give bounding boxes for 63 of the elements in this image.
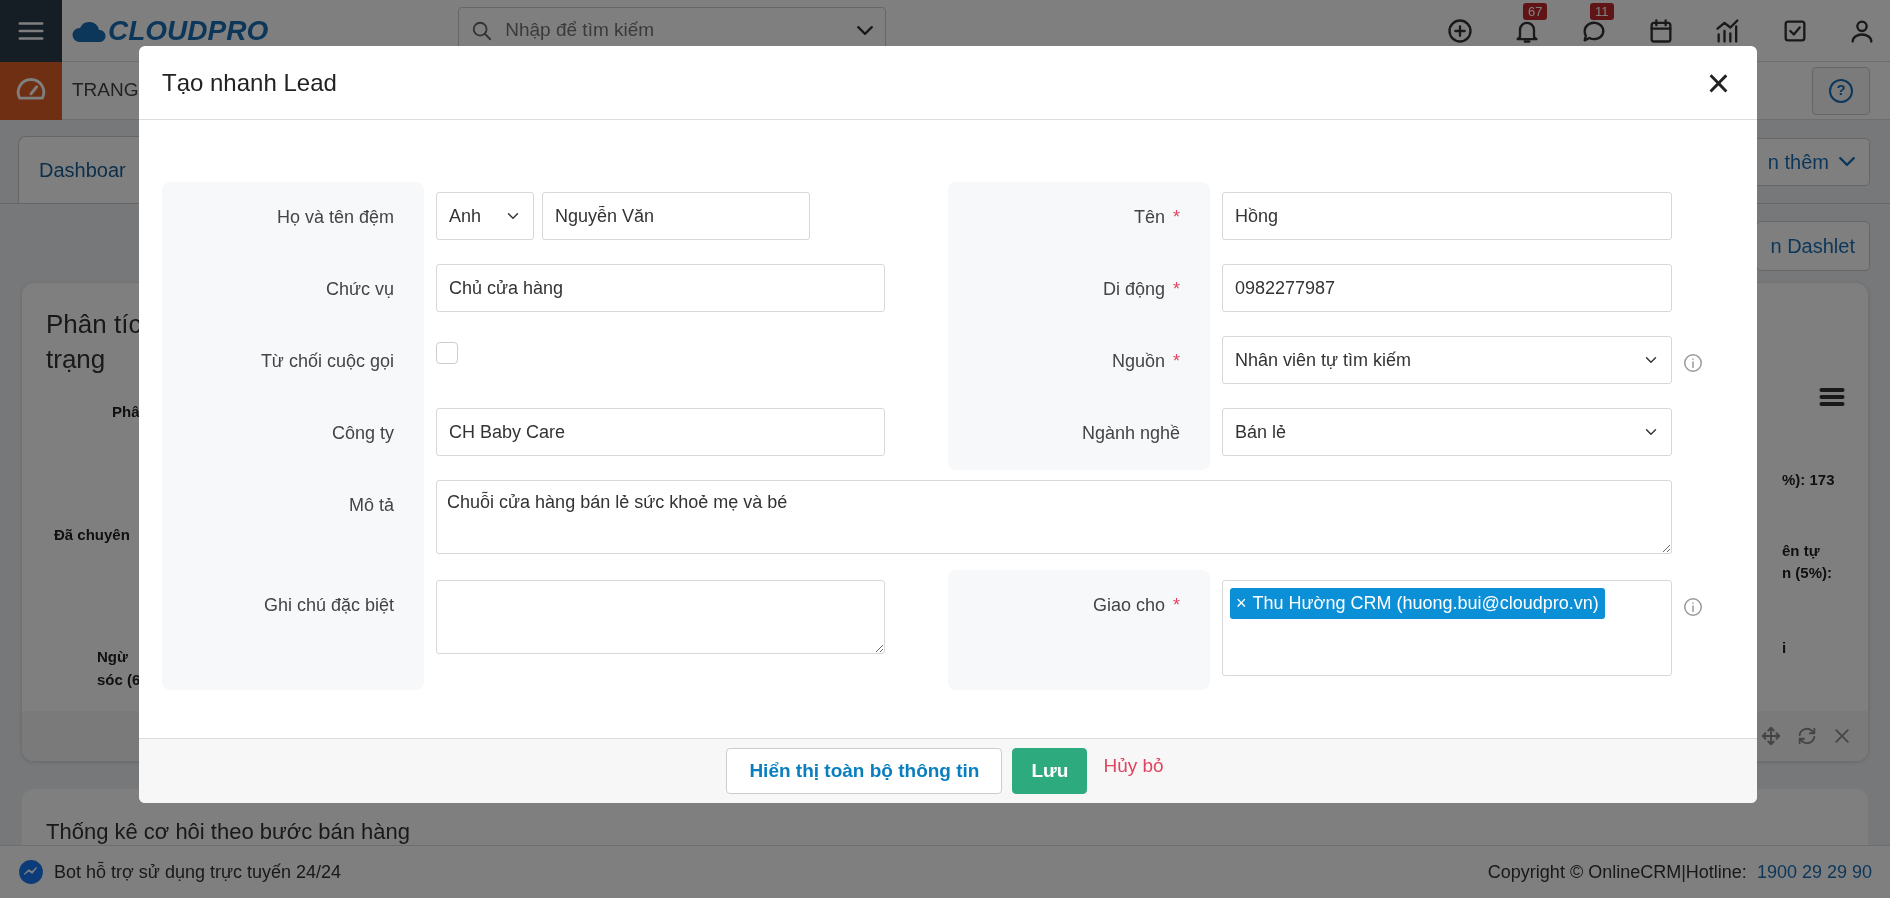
text-field[interactable]: Hồng [1222, 192, 1672, 240]
dashboard-tile[interactable] [0, 61, 62, 120]
page-title: TRANG [72, 78, 139, 103]
field-label: Công ty [331, 423, 394, 443]
tag-label: Thu Hường CRM (huong.bui@cloudpro.vn) [1252, 592, 1599, 615]
info-icon[interactable] [1682, 595, 1704, 618]
assignee-field[interactable]: × Thu Hường CRM (huong.bui@cloudpro.vn) [1222, 580, 1672, 676]
chart-label: %): 173 [1782, 470, 1836, 491]
field-label: Di động [1102, 279, 1165, 299]
assignee-tag[interactable]: × Thu Hường CRM (huong.bui@cloudpro.vn) [1230, 588, 1605, 619]
salutation-dropdown[interactable]: Anh [436, 192, 534, 240]
copyright-text: Copyright © OnlineCRM|Hotline: [1487, 860, 1747, 884]
chart-icon[interactable] [1714, 16, 1742, 45]
hotline-link[interactable]: 1900 29 29 90 [1756, 858, 1872, 886]
count-badge: 11 [1590, 2, 1614, 20]
messenger-icon[interactable] [18, 859, 44, 886]
search-icon [471, 19, 494, 42]
field-label: Ngành nghề [1081, 423, 1180, 443]
text-field[interactable]: CH Baby Care [436, 408, 885, 456]
chart-label: Ngừ [97, 647, 129, 668]
required-marker: * [1173, 279, 1180, 299]
text-field[interactable]: 0982277987 [1222, 264, 1672, 312]
menu-button[interactable] [0, 0, 62, 62]
chatbot-link[interactable]: Bot hỗ trợ sử dụng trực tuyến 24/24 [54, 858, 342, 886]
plus-circle-icon[interactable] [1446, 16, 1474, 45]
field-label: Họ và tên đệm [276, 207, 394, 227]
chart-label: i [1782, 637, 1788, 658]
dialog-title: Tạo nhanh Lead [162, 67, 337, 98]
move-icon[interactable] [1760, 725, 1782, 748]
required-marker: * [1173, 351, 1180, 371]
add-dashlet-button[interactable]: n Dashlet [1755, 221, 1870, 272]
field-label: Ghi chú đặc biệt [263, 595, 394, 615]
text-field[interactable]: Nguyễn Văn [542, 192, 810, 240]
field-label: Giao cho [1092, 595, 1165, 615]
help-button[interactable]: ? [1812, 66, 1870, 115]
chart-label: sóc (6 [97, 669, 142, 690]
required-marker: * [1173, 207, 1180, 227]
show-all-button[interactable]: Hiển thị toàn bộ thông tin [726, 747, 1003, 795]
chart-label: Phâ [112, 402, 141, 423]
checkbox[interactable] [436, 342, 458, 364]
field-label: Từ chối cuộc gọi [260, 351, 394, 371]
chart-label: Đã chuyên [54, 524, 131, 545]
required-marker: * [1173, 595, 1180, 615]
close-button[interactable]: × [1702, 62, 1734, 103]
logo-text: CLOUDPRO [108, 13, 269, 48]
field-label: Tên [1133, 207, 1165, 227]
text-area[interactable]: Chuỗi cửa hàng bán lẻ sức khoẻ mẹ và bé [436, 480, 1672, 554]
field-label: Nguồn [1111, 351, 1165, 371]
text-field[interactable]: Chủ cửa hàng [436, 264, 885, 312]
chart-label: n (5%): [1782, 563, 1833, 584]
dropdown[interactable]: Nhân viên tự tìm kiếm [1222, 336, 1672, 384]
dashlet-title: Phân tíc trạng [46, 308, 142, 377]
dropdown[interactable]: Bán lẻ [1222, 408, 1672, 456]
count-badge: 67 [1523, 2, 1548, 20]
info-icon[interactable] [1682, 351, 1704, 374]
remove-icon[interactable]: × [1236, 590, 1247, 617]
field-label: Chức vụ [325, 279, 394, 299]
chevron-down-icon[interactable] [857, 26, 874, 35]
chart-label: ên tự [1782, 540, 1821, 561]
chevron-down-icon [1839, 157, 1855, 167]
cancel-link[interactable]: Hủy bỏ [1097, 751, 1170, 781]
field-label: Mô tả [348, 495, 394, 515]
save-button[interactable]: Lưu [1012, 747, 1088, 795]
